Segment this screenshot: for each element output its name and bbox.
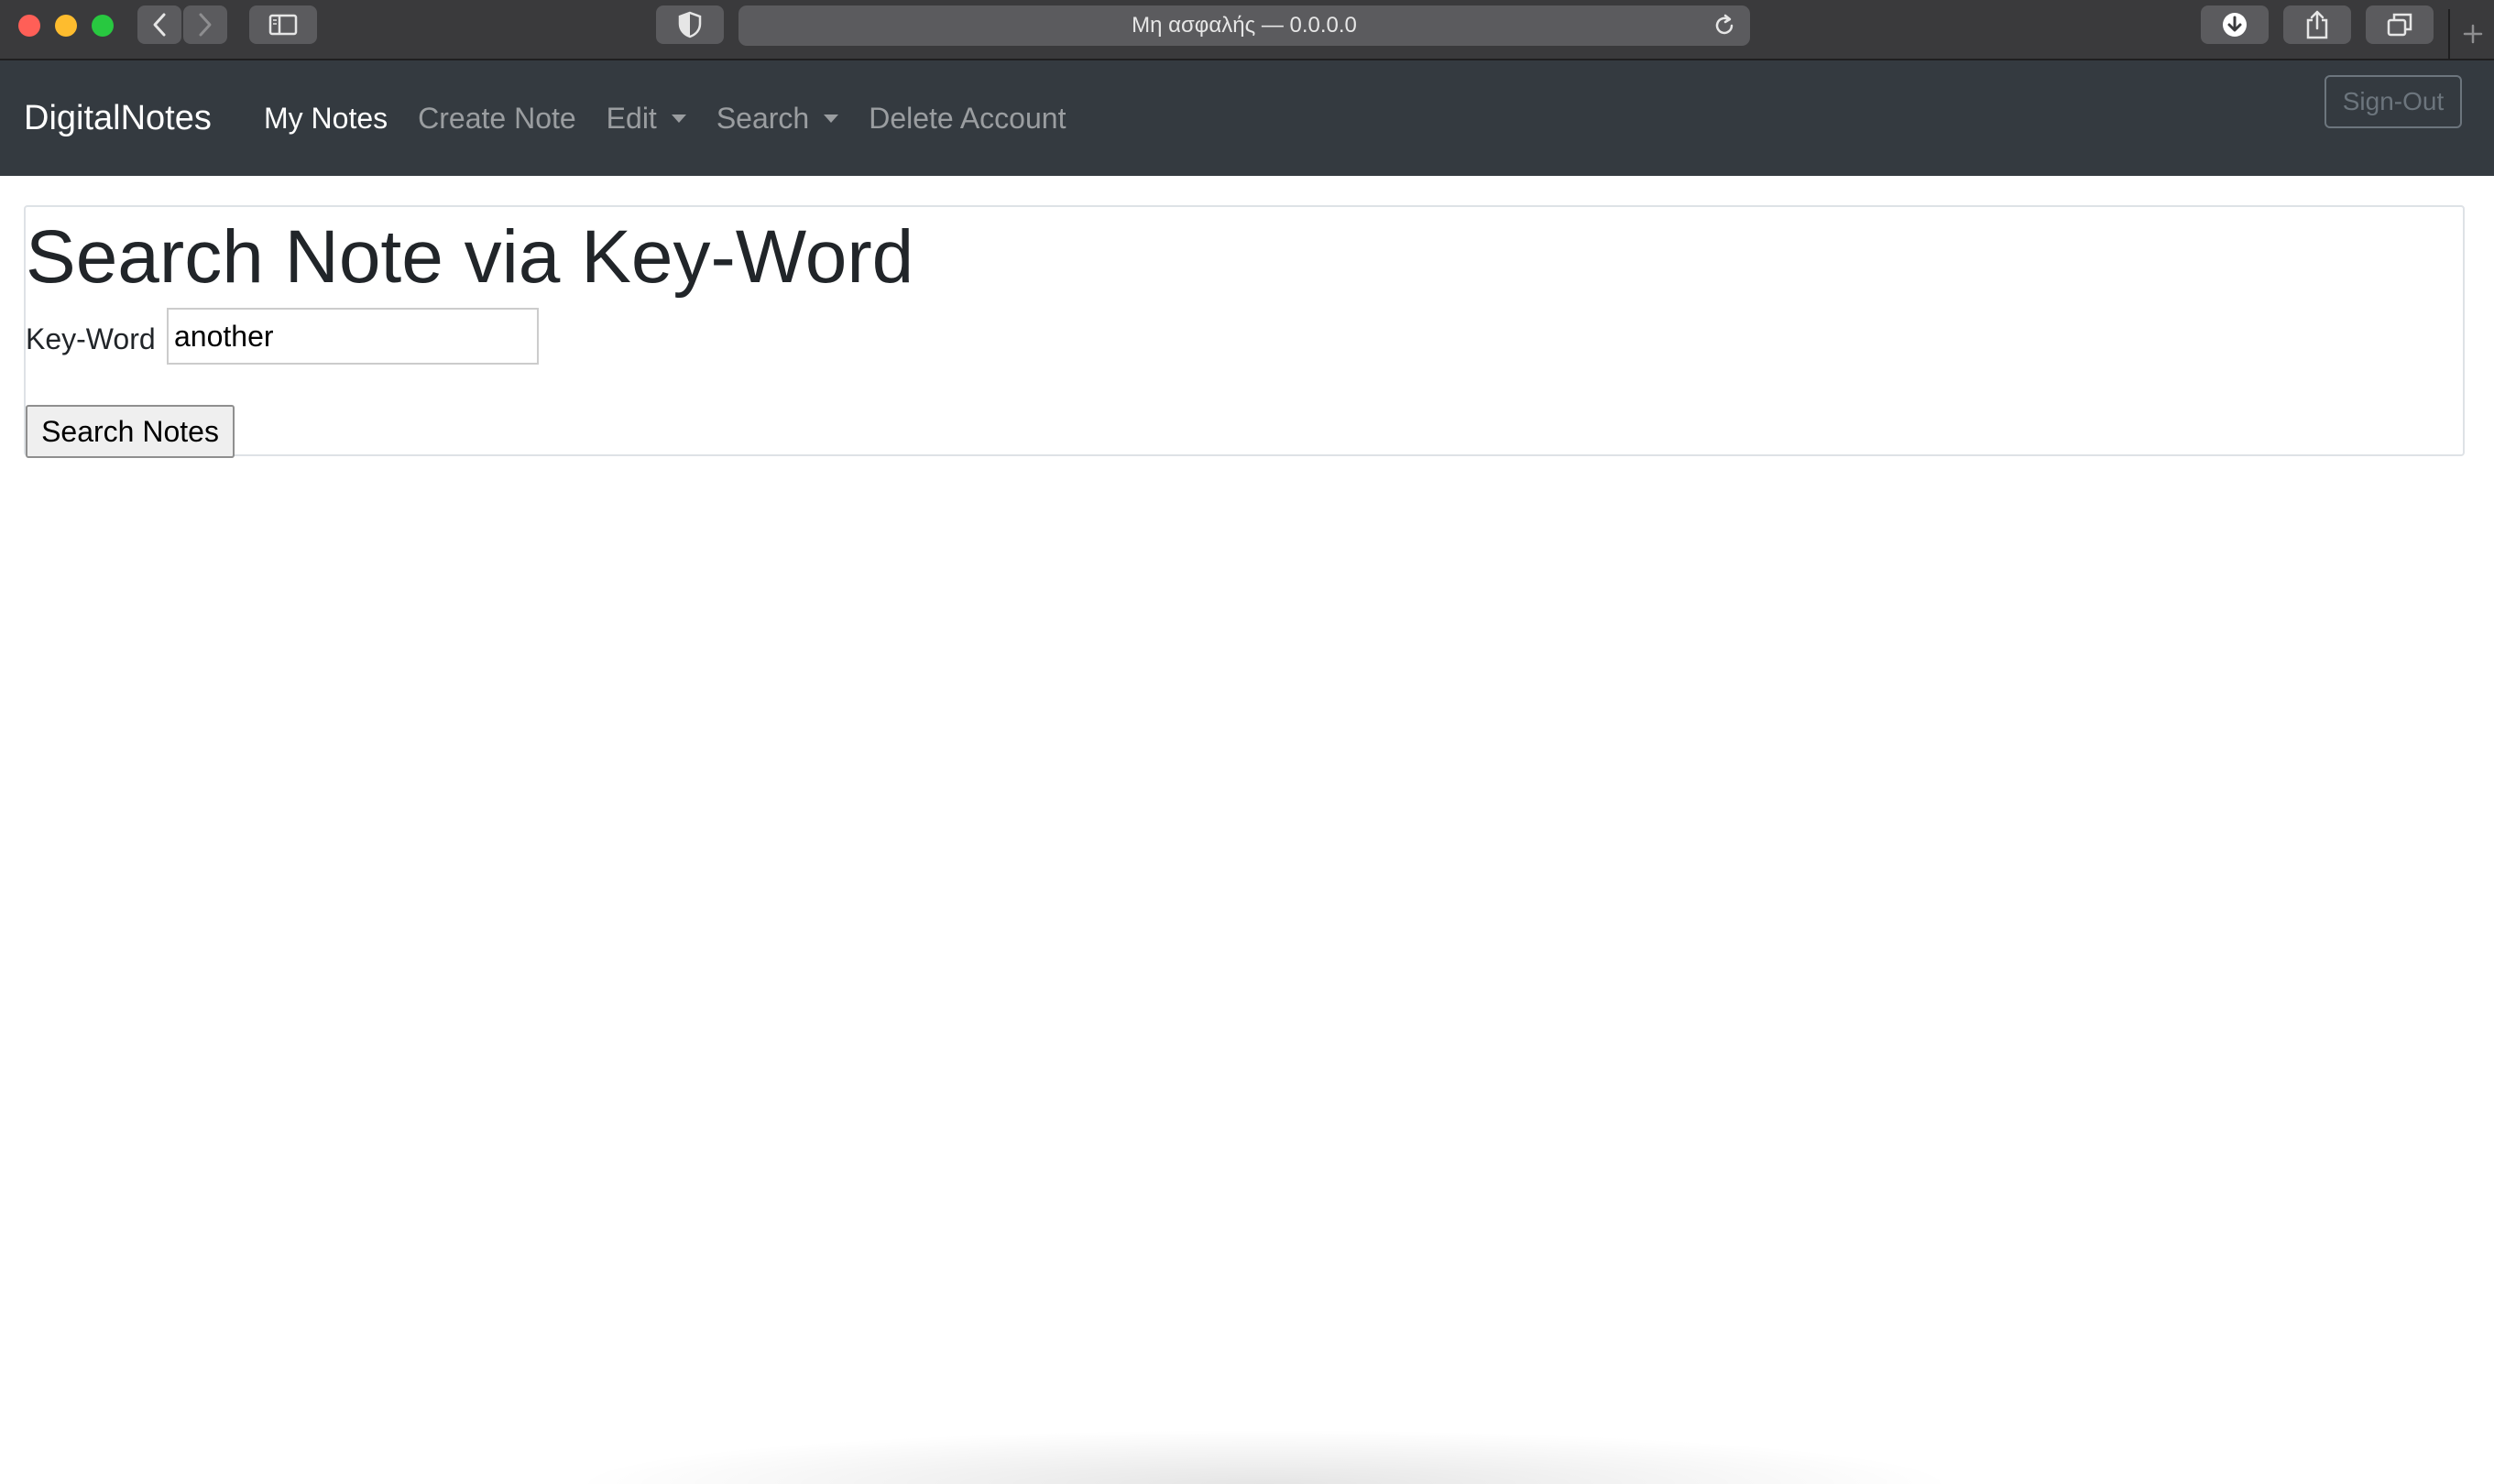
download-icon	[2223, 13, 2247, 37]
app-navbar: DigitalNotes My Notes Create Note Edit S…	[0, 60, 2494, 176]
nav-search-label: Search	[716, 101, 810, 135]
nav-delete-account[interactable]: Delete Account	[869, 102, 1066, 136]
nav-edit-dropdown[interactable]: Edit	[607, 102, 686, 136]
nav-my-notes-label: My Notes	[264, 101, 388, 135]
tabs-icon	[2387, 13, 2412, 37]
share-icon	[2306, 10, 2328, 39]
share-button[interactable]	[2283, 5, 2351, 44]
downloads-button[interactable]	[2201, 5, 2269, 44]
forward-button[interactable]	[183, 5, 227, 44]
plus-icon	[2463, 24, 2483, 44]
keyword-label: Key-Word	[26, 322, 156, 355]
address-bar[interactable]: Μη ασφαλής — 0.0.0.0	[738, 5, 1750, 46]
sidebar-icon	[268, 14, 298, 36]
nav-delete-account-label: Delete Account	[869, 101, 1067, 135]
nav-create-note[interactable]: Create Note	[418, 102, 576, 136]
minimize-window-button[interactable]	[55, 15, 77, 37]
sidebar-toggle-button[interactable]	[249, 5, 317, 44]
shield-icon	[678, 11, 702, 38]
keyword-input[interactable]	[167, 308, 539, 365]
bottom-shadow	[568, 1429, 1961, 1484]
nav-create-note-label: Create Note	[418, 101, 576, 135]
reload-icon[interactable]	[1712, 13, 1737, 38]
sign-out-button[interactable]: Sign-Out	[2324, 75, 2462, 128]
privacy-report-button[interactable]	[656, 5, 724, 44]
close-window-button[interactable]	[18, 15, 40, 37]
search-form-panel: Search Note via Key-Word Key-Word Search…	[24, 205, 2465, 458]
nav-my-notes[interactable]: My Notes	[264, 102, 388, 136]
nav-links: My Notes Create Note Edit Search Delete …	[264, 60, 1096, 176]
nav-search-dropdown[interactable]: Search	[716, 101, 839, 136]
caret-down-icon	[671, 114, 686, 123]
back-button[interactable]	[137, 5, 181, 44]
chevron-left-icon	[153, 13, 166, 37]
chevron-right-icon	[199, 13, 212, 37]
search-notes-button[interactable]: Search Notes	[26, 405, 235, 458]
brand-link[interactable]: DigitalNotes	[24, 60, 212, 176]
page-title: Search Note via Key-Word	[26, 215, 914, 299]
zoom-window-button[interactable]	[92, 15, 114, 37]
nav-edit-label: Edit	[606, 101, 657, 135]
browser-toolbar: Μη ασφαλής — 0.0.0.0	[0, 0, 2494, 60]
tab-overview-button[interactable]	[2366, 5, 2434, 44]
caret-down-icon	[824, 114, 839, 123]
new-tab-button[interactable]	[2448, 9, 2494, 59]
address-text: Μη ασφαλής — 0.0.0.0	[1132, 13, 1357, 38]
